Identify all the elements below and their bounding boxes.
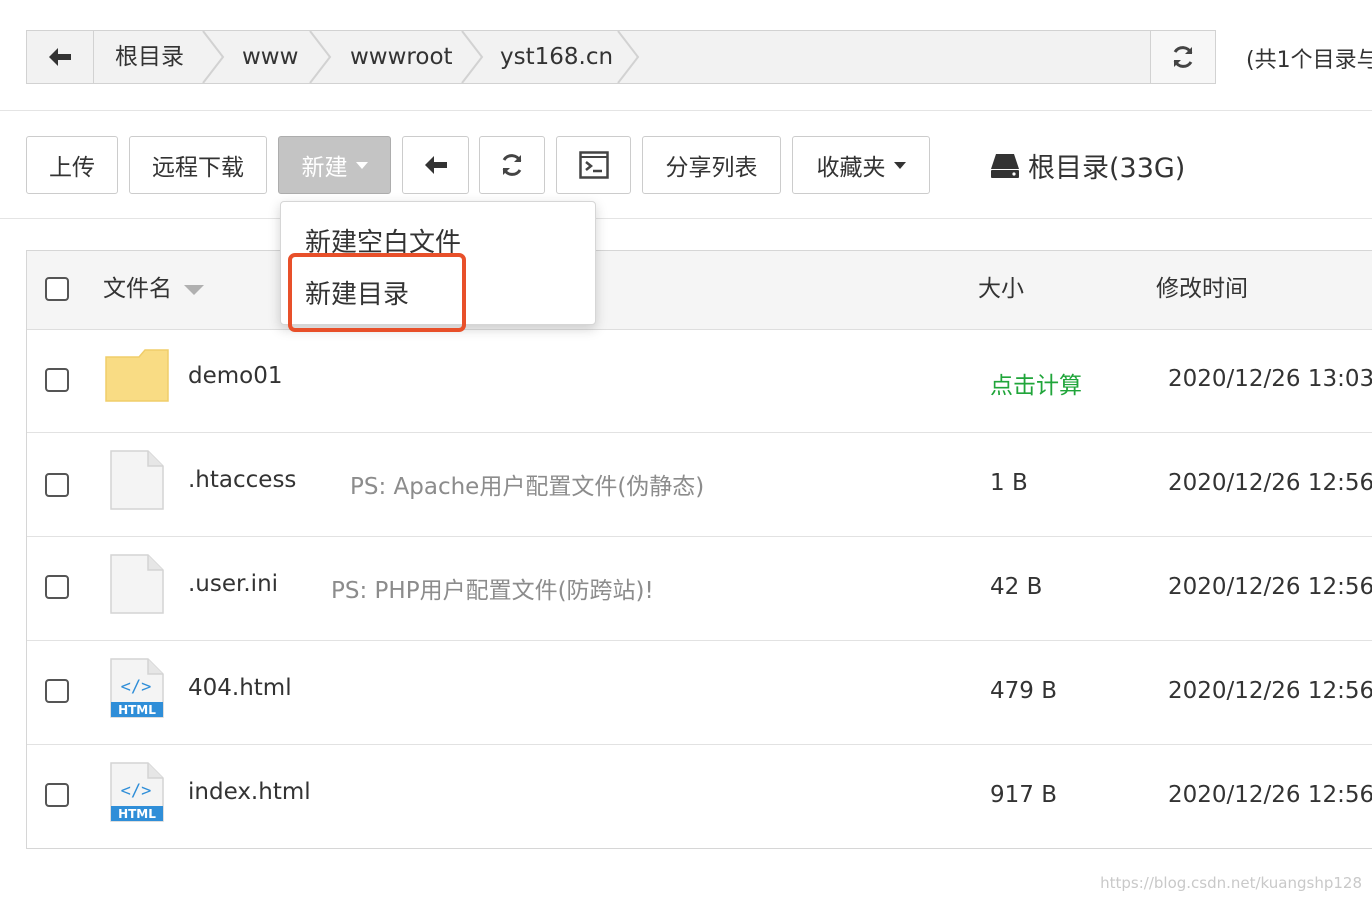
refresh-button[interactable] xyxy=(479,136,545,194)
arrow-left-icon xyxy=(49,48,71,66)
row-checkbox[interactable] xyxy=(45,783,69,807)
terminal-icon xyxy=(578,151,609,179)
refresh-icon xyxy=(1173,46,1193,68)
watermark: https://blog.csdn.net/kuangshp128 xyxy=(1100,874,1362,892)
file-size: 42 B xyxy=(990,574,1043,600)
svg-text:</>: </> xyxy=(121,781,152,801)
remote-download-label: 远程下载 xyxy=(152,155,244,181)
file-size: 1 B xyxy=(990,470,1028,496)
breadcrumb-item-root[interactable]: 根目录 xyxy=(115,31,184,83)
share-list-label: 分享列表 xyxy=(665,155,758,181)
disk-info[interactable]: 根目录(33G) xyxy=(990,146,1185,185)
back-button[interactable] xyxy=(27,31,94,83)
back-button-toolbar[interactable] xyxy=(402,136,469,194)
file-icon xyxy=(110,554,164,614)
file-mtime: 2020/12/26 12:56:51 xyxy=(1168,782,1372,808)
column-header-name[interactable]: 文件名 xyxy=(103,251,204,327)
breadcrumb: 根目录 www wwwroot yst168.cn xyxy=(26,30,1216,84)
breadcrumb-item-site[interactable]: yst168.cn xyxy=(500,31,613,83)
column-header-mtime[interactable]: 修改时间 xyxy=(1156,251,1248,327)
file-icon xyxy=(110,450,164,510)
chevron-right-icon xyxy=(461,31,484,83)
file-name[interactable]: .htaccess xyxy=(188,467,296,493)
chevron-right-icon xyxy=(202,31,225,83)
chevron-right-icon xyxy=(309,31,332,83)
folder-icon xyxy=(105,349,169,402)
caret-down-icon xyxy=(355,161,368,169)
file-size: 917 B xyxy=(990,782,1057,808)
file-mtime: 2020/12/26 12:56:51 xyxy=(1168,574,1372,600)
file-note: PS: PHP用户配置文件(防跨站)! xyxy=(331,578,654,604)
select-all-checkbox[interactable] xyxy=(45,277,69,301)
breadcrumb-item-wwwroot[interactable]: wwwroot xyxy=(350,31,453,83)
new-label: 新建 xyxy=(301,155,348,181)
remote-download-button[interactable]: 远程下载 xyxy=(129,136,267,194)
highlight-box xyxy=(288,253,466,332)
divider xyxy=(0,110,1372,111)
file-name[interactable]: 404.html xyxy=(188,675,292,701)
table-header: 文件名 大小 修改时间 xyxy=(27,251,1372,330)
upload-button[interactable]: 上传 xyxy=(26,136,118,194)
directory-summary: (共1个目录与 xyxy=(1246,48,1372,73)
file-name[interactable]: .user.ini xyxy=(188,571,278,597)
upload-label: 上传 xyxy=(49,155,95,181)
svg-text:HTML: HTML xyxy=(118,703,156,717)
html-file-icon: </> HTML xyxy=(110,658,164,718)
table-row[interactable]: demo01 点击计算 2020/12/26 13:03:05 xyxy=(27,329,1372,433)
file-name[interactable]: demo01 xyxy=(188,363,283,389)
table-row[interactable]: .htaccess PS: Apache用户配置文件(伪静态) 1 B 2020… xyxy=(27,433,1372,537)
file-size: 479 B xyxy=(990,678,1057,704)
svg-text:</>: </> xyxy=(121,677,152,697)
hard-drive-icon xyxy=(991,153,1019,178)
table-row[interactable]: </> HTML 404.html 479 B 2020/12/26 12:56… xyxy=(27,641,1372,745)
divider xyxy=(0,218,1372,219)
table-row[interactable]: </> HTML index.html 917 B 2020/12/26 12:… xyxy=(27,745,1372,849)
chevron-right-icon xyxy=(617,31,640,83)
arrow-left-icon xyxy=(424,156,447,174)
terminal-button[interactable] xyxy=(556,136,631,194)
row-checkbox[interactable] xyxy=(45,368,69,392)
disk-label: 根目录(33G) xyxy=(1028,153,1186,184)
share-list-button[interactable]: 分享列表 xyxy=(642,136,781,194)
file-mtime: 2020/12/26 12:56:51 xyxy=(1168,678,1372,704)
row-checkbox[interactable] xyxy=(45,575,69,599)
favorites-label: 收藏夹 xyxy=(816,155,886,181)
file-note: PS: Apache用户配置文件(伪静态) xyxy=(350,474,705,500)
file-mtime: 2020/12/26 12:56:51 xyxy=(1168,470,1372,496)
calculate-size-link[interactable]: 点击计算 xyxy=(990,366,1082,400)
breadcrumb-refresh-button[interactable] xyxy=(1150,31,1215,83)
column-name-label: 文件名 xyxy=(103,276,172,302)
new-dropdown-button[interactable]: 新建 xyxy=(278,136,391,194)
favorites-dropdown-button[interactable]: 收藏夹 xyxy=(792,136,930,194)
row-checkbox[interactable] xyxy=(45,679,69,703)
file-name[interactable]: index.html xyxy=(188,779,311,805)
sort-desc-icon xyxy=(184,284,204,295)
file-mtime: 2020/12/26 13:03:05 xyxy=(1168,366,1372,392)
caret-down-icon xyxy=(893,161,906,169)
html-file-icon: </> HTML xyxy=(110,762,164,822)
svg-text:HTML: HTML xyxy=(118,807,156,821)
breadcrumb-item-www[interactable]: www xyxy=(242,31,298,83)
column-header-size[interactable]: 大小 xyxy=(978,251,1024,327)
row-checkbox[interactable] xyxy=(45,473,69,497)
file-table: 文件名 大小 修改时间 demo01 点击计算 2020/12/26 13:03… xyxy=(26,250,1372,849)
refresh-icon xyxy=(502,154,522,176)
table-row[interactable]: .user.ini PS: PHP用户配置文件(防跨站)! 42 B 2020/… xyxy=(27,537,1372,641)
